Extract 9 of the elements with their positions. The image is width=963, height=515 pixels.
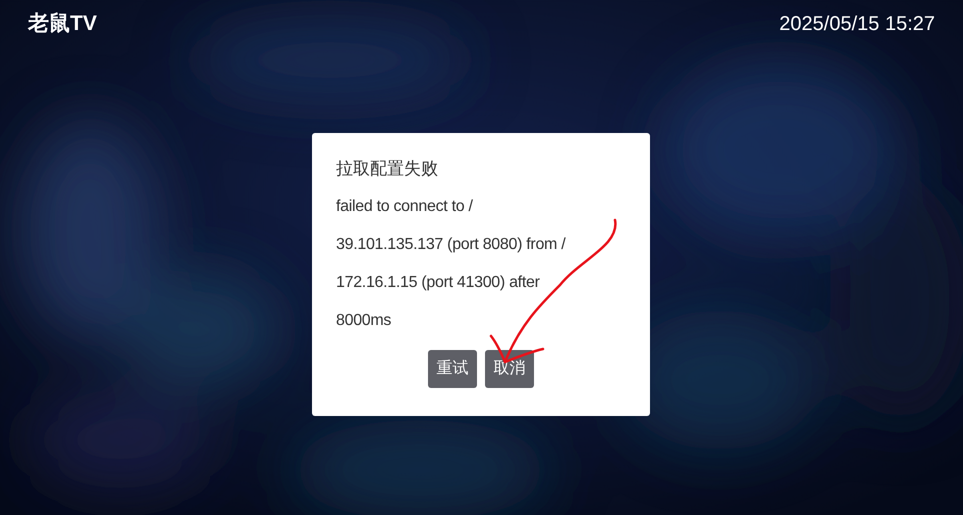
app-title: 老鼠TV	[28, 11, 97, 37]
error-message-line: failed to connect to /	[336, 197, 474, 217]
error-message-line: 8000ms	[336, 311, 392, 331]
dialog-title: 拉取配置失败	[336, 158, 439, 180]
error-message-line: 39.101.135.137 (port 8080) from /	[336, 235, 567, 255]
error-message-line: 172.16.1.15 (port 41300) after	[336, 273, 541, 293]
dialog-button[interactable]: 取消	[485, 350, 534, 388]
dialog-button[interactable]: 重试	[428, 350, 477, 388]
date-time: 2025/05/15 15:27	[779, 12, 935, 37]
